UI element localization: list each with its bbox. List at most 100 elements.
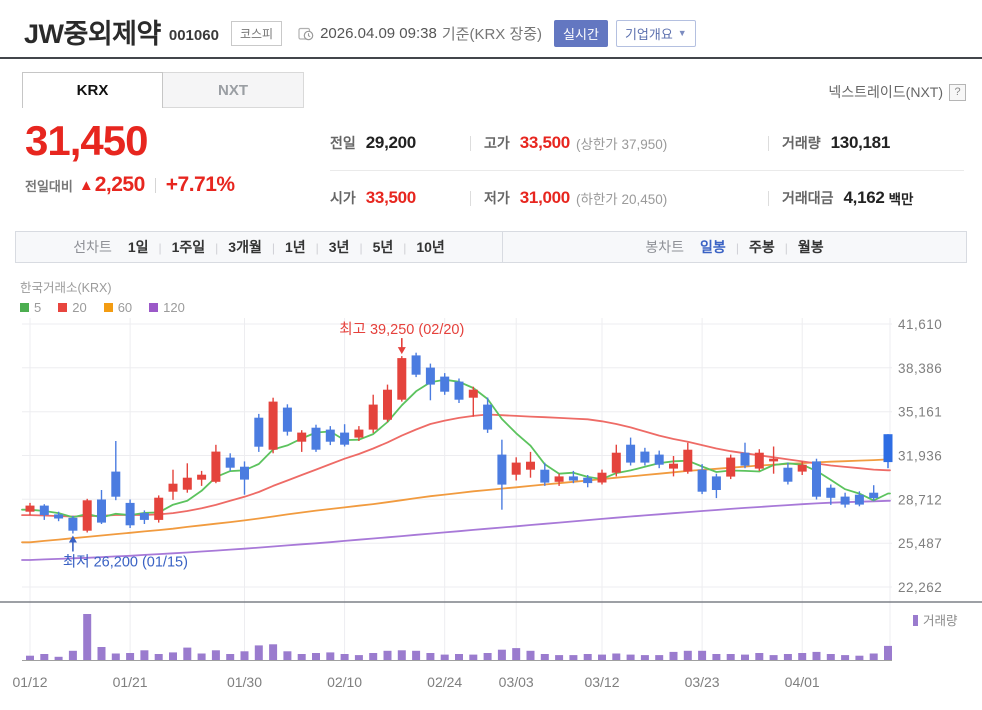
divider bbox=[470, 135, 471, 151]
svg-text:41,610: 41,610 bbox=[898, 317, 942, 332]
info-value: 33,500 bbox=[519, 133, 571, 152]
header: JW중외제약 001060 코스피 2026.04.09 09:38 기준(KR… bbox=[24, 10, 967, 52]
candle-chart-label[interactable]: 봉차트 bbox=[645, 237, 684, 257]
chart-range-option[interactable]: 3개월 bbox=[228, 239, 262, 255]
divider bbox=[768, 135, 769, 151]
info-row: 전일 29,200 고가 33,500 (상한가 37,950) 거래량 130,181 bbox=[330, 116, 964, 170]
divider bbox=[768, 190, 769, 206]
info-cell: 거래량 130,181 bbox=[768, 133, 964, 153]
svg-text:최고 39,250 (02/20): 최고 39,250 (02/20) bbox=[339, 321, 464, 338]
divider: | bbox=[359, 241, 363, 255]
candle-type-option[interactable]: 주봉 bbox=[749, 239, 775, 255]
candle-type-option[interactable]: 월봉 bbox=[798, 239, 824, 255]
svg-text:01/21: 01/21 bbox=[113, 674, 148, 690]
chart-range-option[interactable]: 1주일 bbox=[172, 239, 206, 255]
svg-text:28,712: 28,712 bbox=[898, 492, 942, 507]
help-icon[interactable]: ? bbox=[949, 83, 966, 101]
info-label: 고가 bbox=[484, 135, 510, 151]
svg-text:거래량: 거래량 bbox=[923, 614, 958, 628]
svg-text:31,936: 31,936 bbox=[898, 449, 942, 464]
ma-period: 120 bbox=[163, 300, 185, 315]
divider: | bbox=[271, 241, 275, 255]
market-tabs: KRX NXT bbox=[22, 72, 304, 108]
divider: | bbox=[735, 241, 739, 255]
info-cell: 고가 33,500 (상한가 37,950) bbox=[470, 133, 768, 153]
info-extra: (하한가 20,450) bbox=[575, 192, 668, 207]
company-overview-button[interactable]: 기업개요 ▼ bbox=[615, 19, 696, 47]
current-price: 31,450 bbox=[25, 117, 148, 164]
info-value: 33,500 bbox=[365, 188, 417, 207]
info-label: 거래대금 bbox=[782, 190, 834, 206]
exchange-source-label: 한국거래소(KRX) bbox=[20, 281, 112, 295]
change-label: 전일대비 bbox=[25, 178, 73, 194]
nxt-label: 넥스트레이드(NXT) bbox=[828, 84, 943, 100]
divider bbox=[470, 190, 471, 206]
info-cell: 시가 33,500 bbox=[330, 188, 470, 208]
ma-period: 20 bbox=[72, 300, 87, 315]
info-label: 시가 bbox=[330, 190, 356, 206]
svg-text:02/24: 02/24 bbox=[427, 674, 462, 690]
candle-options: 일봉 | 주봉 | 월봉 bbox=[700, 237, 824, 257]
ma-legend-item: 5 bbox=[20, 300, 41, 315]
svg-text:01/30: 01/30 bbox=[227, 674, 262, 690]
svg-text:22,262: 22,262 bbox=[898, 580, 942, 595]
info-extra: (상한가 37,950) bbox=[575, 137, 668, 152]
legend-swatch-icon bbox=[20, 303, 29, 312]
info-label: 전일 bbox=[330, 135, 356, 151]
range-options: 1일 | 1주일 | 3개월 | 1년 | 3년 | 5년 | 10년 bbox=[128, 237, 445, 257]
svg-text:02/10: 02/10 bbox=[327, 674, 362, 690]
svg-text:01/12: 01/12 bbox=[12, 674, 47, 690]
header-divider bbox=[0, 57, 982, 59]
chart-range-option[interactable]: 10년 bbox=[416, 239, 444, 255]
info-label: 거래량 bbox=[782, 135, 821, 151]
candle-chart-group: 봉차트 일봉 | 주봉 | 월봉 bbox=[503, 232, 966, 262]
company-overview-label: 기업개요 bbox=[624, 26, 673, 42]
clock-icon bbox=[298, 26, 314, 42]
stock-code: 001060 bbox=[168, 26, 219, 44]
info-value: 4,162 bbox=[843, 188, 885, 207]
datetime: 2026.04.09 09:38 bbox=[320, 25, 437, 42]
svg-text:35,161: 35,161 bbox=[898, 405, 942, 420]
divider: | bbox=[784, 241, 788, 255]
realtime-badge: 실시간 bbox=[554, 19, 608, 47]
svg-text:38,386: 38,386 bbox=[898, 361, 942, 376]
ma-legend: 5 20 60 120 bbox=[20, 300, 202, 315]
info-cell: 전일 29,200 bbox=[330, 133, 470, 153]
line-chart-group: 선차트 1일 | 1주일 | 3개월 | 1년 | 3년 | 5년 | 10년 bbox=[16, 232, 503, 262]
chevron-down-icon: ▼ bbox=[677, 28, 687, 38]
info-label: 저가 bbox=[484, 190, 510, 206]
tab-krx[interactable]: KRX bbox=[22, 72, 163, 108]
line-chart-label[interactable]: 선차트 bbox=[73, 237, 112, 257]
price-area: 31,450 전일대비 ▲ 2,250 +7.71% bbox=[25, 120, 235, 197]
datetime-suffix: 기준(KRX 장중) bbox=[441, 26, 543, 43]
nxt-info: 넥스트레이드(NXT) ? bbox=[828, 82, 966, 102]
chart-range-option[interactable]: 1일 bbox=[128, 239, 149, 255]
divider bbox=[154, 177, 156, 193]
ma-period: 60 bbox=[117, 300, 133, 315]
price-info-table: 전일 29,200 고가 33,500 (상한가 37,950) 거래량 130,181 시가… bbox=[330, 116, 964, 225]
svg-text:03/03: 03/03 bbox=[499, 674, 534, 690]
candle-type-option[interactable]: 일봉 bbox=[700, 239, 726, 255]
info-cell: 거래대금 4,162 백만 bbox=[768, 188, 964, 208]
legend-swatch-icon bbox=[149, 303, 159, 312]
divider: | bbox=[315, 241, 319, 255]
up-triangle-icon: ▲ bbox=[78, 176, 94, 194]
price-change-row: 전일대비 ▲ 2,250 +7.71% bbox=[25, 173, 235, 197]
legend-swatch-icon bbox=[58, 303, 68, 312]
divider: | bbox=[158, 241, 162, 255]
divider: | bbox=[215, 241, 219, 255]
chart-toolbar: 선차트 1일 | 1주일 | 3개월 | 1년 | 3년 | 5년 | 10년 봉차트 일봉 | 주봉 | 월봉 bbox=[15, 231, 967, 263]
info-row: 시가 33,500 저가 31,000 (하한가 20,450) 거래대금 4,162 백만 bbox=[330, 170, 964, 225]
change-value: 2,250 bbox=[94, 173, 146, 196]
legend-swatch-icon bbox=[103, 303, 113, 312]
chart-range-option[interactable]: 1년 bbox=[285, 239, 306, 255]
divider: | bbox=[403, 241, 407, 255]
svg-text:25,487: 25,487 bbox=[898, 536, 942, 551]
chart-range-option[interactable]: 3년 bbox=[329, 239, 350, 255]
info-cell: 저가 31,000 (하한가 20,450) bbox=[470, 188, 768, 208]
change-percent: +7.71% bbox=[165, 173, 235, 196]
chart-range-option[interactable]: 5년 bbox=[373, 239, 394, 255]
svg-text:04/01: 04/01 bbox=[785, 674, 820, 690]
tab-nxt[interactable]: NXT bbox=[163, 72, 304, 108]
market-badge: 코스피 bbox=[230, 20, 283, 46]
